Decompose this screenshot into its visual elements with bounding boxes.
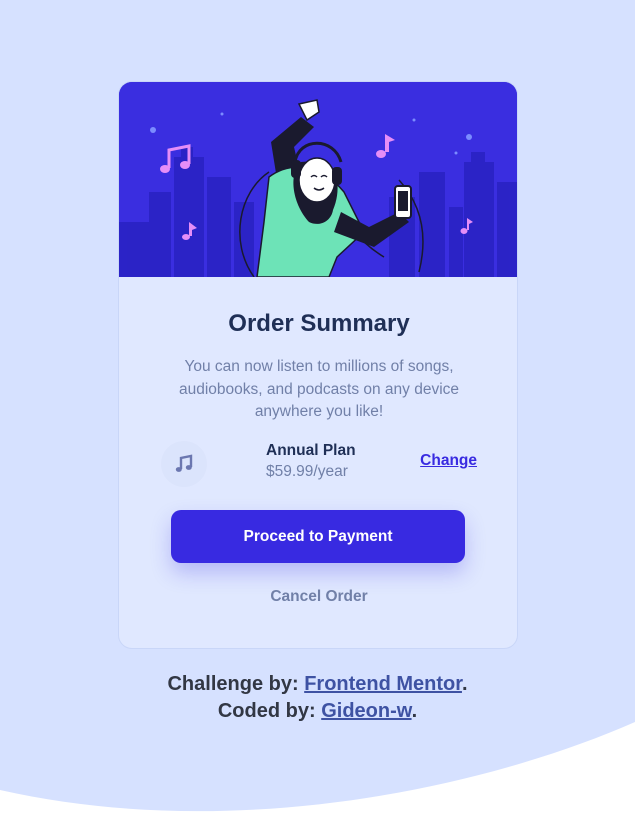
challenge-prefix: Challenge by:	[167, 673, 305, 695]
hero-illustration	[119, 82, 517, 277]
coder-credit: Coded by: Gideon-w.	[0, 698, 635, 725]
order-summary-card: Order Summary You can now listen to mill…	[118, 81, 518, 649]
card-title: Order Summary	[228, 310, 410, 337]
coder-link[interactable]: Gideon-w	[321, 700, 411, 722]
coded-prefix: Coded by:	[217, 700, 322, 722]
challenge-credit: Challenge by: Frontend Mentor.	[0, 671, 635, 698]
plan-price: $59.99/year	[266, 463, 348, 480]
music-note-icon	[161, 441, 207, 487]
coded-period: .	[411, 700, 418, 722]
card-description: You can now listen to millions of songs,…	[178, 358, 460, 420]
change-plan-link[interactable]: Change	[420, 452, 477, 470]
proceed-to-payment-button[interactable]: Proceed to Payment	[171, 510, 465, 563]
attribution: Challenge by: Frontend Mentor. Coded by:…	[0, 671, 635, 725]
plan-name: Annual Plan	[266, 442, 356, 459]
frontend-mentor-link[interactable]: Frontend Mentor	[304, 673, 462, 695]
challenge-period: .	[461, 673, 468, 695]
cancel-order-button[interactable]: Cancel Order	[119, 588, 517, 606]
plan-summary: Annual Plan $59.99/year Change	[161, 438, 477, 490]
